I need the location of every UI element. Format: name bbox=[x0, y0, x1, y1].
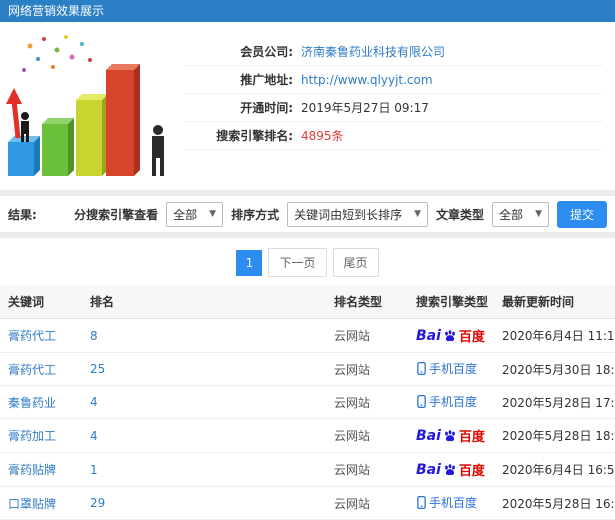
submit-button[interactable]: 提交 bbox=[556, 200, 607, 228]
baidu-logo: Bai 百度 bbox=[416, 327, 485, 346]
sort-label: 排序方式 bbox=[231, 207, 280, 222]
search-engine-cell: Bai百度 手机百度 bbox=[408, 452, 494, 487]
keyword-link[interactable]: 膏药加工 bbox=[8, 429, 56, 443]
header-keyword: 关键词 bbox=[0, 285, 82, 319]
results-table: 关键词 排名 排名类型 搜索引擎类型 最新更新时间 膏药代工 8 云网站 Bai… bbox=[0, 285, 615, 520]
update-time: 2020年5月28日 17:02 bbox=[494, 385, 615, 419]
page: 网络营销效果展示 会员公司: 济南秦鲁药业科技有限公司 推广地址: http:/… bbox=[0, 0, 615, 520]
article-type-select-value: 全部 bbox=[499, 207, 524, 222]
info-row-company: 会员公司: 济南秦鲁药业科技有限公司 bbox=[185, 38, 603, 66]
table-row: 膏药贴牌 1 云网站 Bai百度 手机百度 2020年6月4日 16:55 bbox=[0, 452, 615, 487]
keyword-link[interactable]: 膏药贴牌 bbox=[8, 463, 56, 477]
mobile-phone-icon bbox=[417, 362, 426, 375]
keyword-link[interactable]: 膏药代工 bbox=[8, 363, 56, 377]
header-engine-type: 搜索引擎类型 bbox=[408, 285, 494, 319]
table-row: 口罩贴牌 29 云网站 Bai百度 手机百度 2020年5月28日 16:55 bbox=[0, 486, 615, 520]
rank-type: 云网站 bbox=[326, 352, 408, 386]
search-engine-cell: Bai百度 手机百度 bbox=[408, 318, 494, 353]
info-row-open-time: 开通时间: 2019年5月27日 09:17 bbox=[185, 94, 603, 122]
company-label: 会员公司: bbox=[240, 45, 293, 59]
info-panel: 会员公司: 济南秦鲁药业科技有限公司 推广地址: http://www.qlyy… bbox=[0, 22, 615, 196]
keyword-link[interactable]: 秦鲁药业 bbox=[8, 396, 56, 410]
table-body: 膏药代工 8 云网站 Bai百度 手机百度 2020年6月4日 11:15 膏药… bbox=[0, 318, 615, 520]
chevron-down-icon: ▼ bbox=[209, 209, 217, 219]
engine-select[interactable]: 全部 ▼ bbox=[166, 201, 224, 227]
filter-bar: 结果: 分搜索引擎查看 全部 ▼ 排序方式 关键词由短到长排序 ▼ 文章类型 全… bbox=[0, 196, 615, 238]
rank-count-label: 搜索引擎排名: bbox=[216, 129, 293, 143]
update-time: 2020年6月4日 16:55 bbox=[494, 452, 615, 487]
page-1-button[interactable]: 1 bbox=[236, 249, 263, 276]
sort-select-value: 关键词由短到长排序 bbox=[294, 207, 403, 222]
baidu-paw-icon bbox=[445, 463, 455, 475]
update-time: 2020年5月30日 18:06 bbox=[494, 352, 615, 386]
results-label: 结果: bbox=[8, 207, 37, 222]
info-row-url: 推广地址: http://www.qlyyjt.com bbox=[185, 66, 603, 94]
rank-type: 云网站 bbox=[326, 452, 408, 487]
promo-url-link[interactable]: http://www.qlyyjt.com bbox=[301, 73, 433, 87]
chevron-down-icon: ▼ bbox=[535, 209, 542, 219]
info-row-rank-count: 搜索引擎排名: 4895条 bbox=[185, 122, 603, 150]
baidu-paw-icon bbox=[445, 329, 455, 341]
update-time: 2020年5月28日 16:55 bbox=[494, 486, 615, 520]
baidu-logo: Bai 百度 bbox=[416, 461, 485, 480]
url-label: 推广地址: bbox=[240, 73, 293, 87]
table-row: 膏药加工 4 云网站 Bai百度 手机百度 2020年5月28日 18:03 bbox=[0, 418, 615, 453]
header-update-time: 最新更新时间 bbox=[494, 285, 615, 319]
search-engine-cell: Bai百度 手机百度 bbox=[408, 418, 494, 453]
pagination: 1 下一页 尾页 bbox=[0, 238, 615, 285]
header-rank: 排名 bbox=[82, 285, 326, 319]
rank-link[interactable]: 4 bbox=[90, 395, 98, 409]
title-bar: 网络营销效果展示 bbox=[0, 0, 615, 22]
table-header-row: 关键词 排名 排名类型 搜索引擎类型 最新更新时间 bbox=[0, 285, 615, 319]
search-engine-cell: Bai百度 手机百度 bbox=[408, 385, 494, 419]
bar-chart-clipart bbox=[0, 30, 185, 180]
engine-select-value: 全部 bbox=[173, 207, 198, 222]
info-fields: 会员公司: 济南秦鲁药业科技有限公司 推广地址: http://www.qlyy… bbox=[185, 38, 615, 180]
open-time-label: 开通时间: bbox=[240, 101, 293, 115]
rank-link[interactable]: 1 bbox=[90, 463, 98, 477]
baidu-paw-icon bbox=[445, 429, 455, 441]
page-title: 网络营销效果展示 bbox=[8, 4, 105, 18]
table-row: 膏药代工 25 云网站 Bai百度 手机百度 2020年5月30日 18:06 bbox=[0, 352, 615, 386]
rank-link[interactable]: 8 bbox=[90, 329, 98, 343]
engine-filter-label: 分搜索引擎查看 bbox=[74, 207, 159, 222]
header-rank-type: 排名类型 bbox=[326, 285, 408, 319]
last-page-button[interactable]: 尾页 bbox=[332, 248, 379, 277]
rank-type: 云网站 bbox=[326, 385, 408, 419]
chevron-down-icon: ▼ bbox=[414, 209, 422, 219]
mobile-baidu-logo: 手机百度 bbox=[416, 393, 477, 410]
rank-link[interactable]: 29 bbox=[90, 496, 105, 510]
table-row: 秦鲁药业 4 云网站 Bai百度 手机百度 2020年5月28日 17:02 bbox=[0, 385, 615, 419]
rank-type: 云网站 bbox=[326, 418, 408, 453]
sort-select[interactable]: 关键词由短到长排序 ▼ bbox=[287, 201, 429, 227]
mobile-baidu-logo: 手机百度 bbox=[416, 494, 477, 511]
mobile-baidu-logo: 手机百度 bbox=[416, 360, 477, 377]
mobile-phone-icon bbox=[417, 395, 426, 408]
search-engine-cell: Bai百度 手机百度 bbox=[408, 352, 494, 386]
rank-type: 云网站 bbox=[326, 318, 408, 353]
rank-link[interactable]: 4 bbox=[90, 429, 98, 443]
next-page-button[interactable]: 下一页 bbox=[268, 248, 327, 277]
keyword-link[interactable]: 膏药代工 bbox=[8, 329, 56, 343]
keyword-link[interactable]: 口罩贴牌 bbox=[8, 497, 56, 511]
search-engine-cell: Bai百度 手机百度 bbox=[408, 486, 494, 520]
baidu-logo: Bai 百度 bbox=[416, 427, 485, 446]
update-time: 2020年6月4日 11:15 bbox=[494, 318, 615, 353]
rank-link[interactable]: 25 bbox=[90, 362, 105, 376]
table-row: 膏药代工 8 云网站 Bai百度 手机百度 2020年6月4日 11:15 bbox=[0, 318, 615, 353]
open-time-value: 2019年5月27日 09:17 bbox=[301, 101, 429, 115]
article-type-label: 文章类型 bbox=[436, 207, 485, 222]
rank-type: 云网站 bbox=[326, 486, 408, 520]
rank-count-value: 4895条 bbox=[301, 129, 344, 143]
filter-controls: 分搜索引擎查看 全部 ▼ 排序方式 关键词由短到长排序 ▼ 文章类型 全部 ▼ … bbox=[74, 200, 607, 228]
article-type-select[interactable]: 全部 ▼ bbox=[492, 201, 549, 227]
bar-chart-clipart-svg bbox=[6, 35, 164, 176]
update-time: 2020年5月28日 18:03 bbox=[494, 418, 615, 453]
mobile-phone-icon bbox=[417, 496, 426, 509]
company-link[interactable]: 济南秦鲁药业科技有限公司 bbox=[301, 43, 445, 60]
